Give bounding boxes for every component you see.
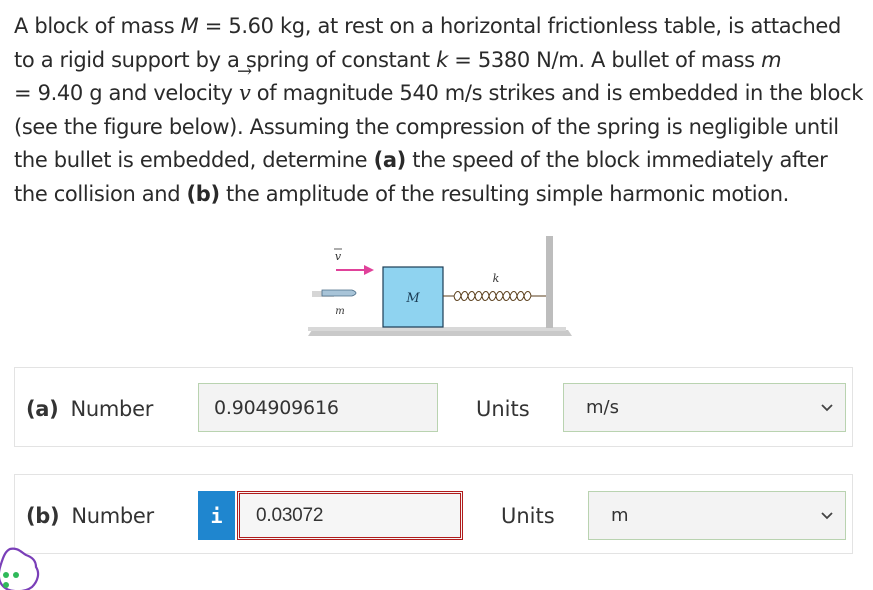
part-label: (b): [26, 504, 60, 528]
answer-row-b: (b) Number i 0.03072 Units m: [14, 474, 853, 554]
number-label: Number: [71, 504, 154, 528]
velocity-label: v: [335, 250, 342, 263]
bullet-mass-symbol: m: [761, 47, 782, 72]
part-a-label: (a): [373, 148, 407, 172]
vector-arrow-icon: →: [236, 61, 252, 82]
velocity-arrow-icon: [336, 265, 374, 275]
cookie-icon[interactable]: [0, 545, 44, 590]
answer-row-a: (a) Number 0.904909616 Units m/s: [14, 367, 853, 447]
spring-label: k: [493, 272, 500, 285]
answer-b-input[interactable]: 0.03072: [237, 491, 463, 540]
info-icon[interactable]: i: [198, 491, 235, 540]
problem-statement: A block of mass M = 5.60 kg, at rest on …: [14, 10, 864, 211]
problem-text: = 5380 N/m. A bullet of mass: [447, 47, 762, 72]
units-b-value: m: [611, 505, 629, 526]
physics-figure: M k m v: [308, 236, 572, 336]
spring-constant-symbol: k: [436, 47, 448, 72]
units-label: Units: [476, 397, 530, 421]
units-a-select[interactable]: m/s: [563, 383, 846, 432]
chevron-down-icon: [821, 512, 833, 520]
answer-a-value: 0.904909616: [214, 396, 339, 419]
units-label: Units: [501, 504, 555, 528]
chevron-down-icon: [821, 404, 833, 412]
units-a-value: m/s: [586, 397, 619, 418]
table-edge: [308, 327, 566, 331]
bullet-label: m: [335, 306, 344, 317]
rigid-support-wall: [546, 236, 553, 328]
bullet-icon: [312, 289, 357, 297]
number-label: Number: [70, 397, 154, 421]
answer-a-input[interactable]: 0.904909616: [198, 383, 438, 432]
problem-text: = 9.40 g and velocity: [14, 81, 239, 105]
row-b-label: (b) Number: [26, 504, 154, 528]
part-label: (a): [26, 397, 59, 421]
block-label: M: [405, 291, 420, 306]
spring-icon: [443, 291, 546, 301]
mass-symbol: M: [180, 14, 199, 38]
problem-text: A block of mass: [14, 14, 181, 38]
problem-text: the amplitude of the resulting simple ha…: [219, 181, 790, 206]
row-a-label: (a) Number: [26, 397, 153, 421]
units-b-select[interactable]: m: [588, 491, 846, 540]
answer-b-value: 0.03072: [256, 504, 324, 526]
part-b-label: (b): [186, 181, 221, 206]
velocity-vector-symbol: → v: [236, 61, 252, 106]
